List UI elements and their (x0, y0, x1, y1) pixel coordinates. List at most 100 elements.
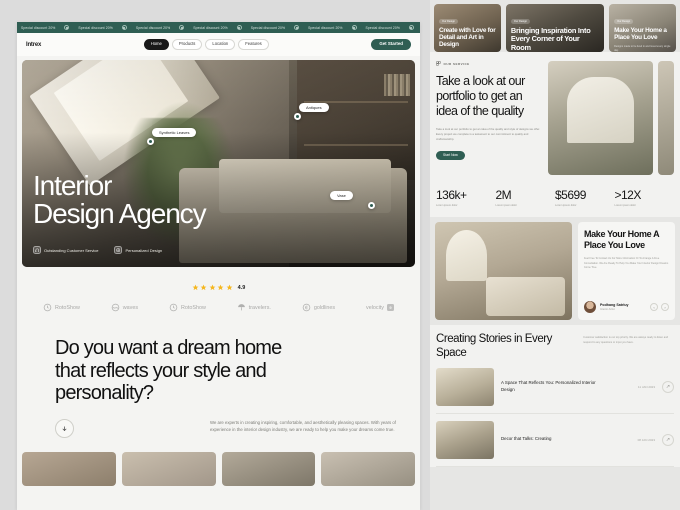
grid-icon (436, 61, 441, 66)
stat-label: Lorem ipsum dolor (555, 204, 577, 207)
star-rating (192, 284, 233, 291)
nav-item-location[interactable]: Location (205, 38, 236, 51)
stat-item: >12X Lorem ipsum dolor (615, 188, 675, 207)
brand-label: velocity (366, 304, 384, 311)
ticker-item: Special discount 20% (21, 25, 56, 30)
hero-tag-vase[interactable]: Vase (330, 191, 353, 201)
question-footer: We are experts in creating inspiring, co… (17, 418, 420, 438)
website-preview-right: Our Design Create with Love for Detail a… (430, 0, 680, 510)
testimonial-footer: Podhang Satrluy Interior Artist ‹ › (584, 301, 669, 313)
nav-pill-group: Home Products Location Features (143, 38, 269, 51)
portfolio-start-button[interactable]: Start Now (436, 150, 465, 160)
card-title: Make Your Home a Place You Love (614, 27, 667, 42)
brand-travelers: travelers. (237, 303, 271, 312)
strip-image (22, 451, 116, 486)
carousel-next-button[interactable]: › (661, 303, 669, 311)
hero-badge-group: Outstanding Customer Service Personalize… (33, 246, 162, 254)
ticker-item: Special discount 20% (308, 25, 343, 30)
hero-badge-service: Outstanding Customer Service (33, 246, 98, 254)
site-logo[interactable]: Intrex (26, 42, 41, 48)
question-paragraph: We are experts in creating inspiring, co… (210, 419, 396, 433)
ticker-separator-icon (236, 25, 242, 30)
hero-tag-antiques[interactable]: Antiques (299, 103, 329, 113)
story-date: 11 JAN 2023 (637, 384, 655, 389)
bottom-image-strip (17, 438, 420, 486)
design-card-bringing-inspiration[interactable]: Our Design Bringing Inspiration Into Eve… (505, 4, 605, 52)
palette-icon (114, 246, 123, 254)
testimonial-card: Make Your Home A Place You Love Feel Fre… (578, 222, 675, 320)
ticker-separator-icon (408, 25, 414, 30)
brand-rotoshow-2: RotoShow (169, 303, 206, 312)
get-started-button[interactable]: Get Started (371, 38, 411, 51)
question-heading: Do you want a dream home that reflects y… (55, 337, 282, 405)
ticker-separator-icon (294, 25, 300, 30)
design-card-make-your-home[interactable]: Our Design Make Your Home a Place You Lo… (609, 4, 677, 52)
stories-title: Creating Stories in Every Space (436, 333, 552, 359)
stat-value: 2M (495, 188, 512, 202)
portfolio-text-column: OUR SERVICE Take a look at our portfolio… (436, 61, 542, 175)
stat-label: Lorem ipsum dolor (436, 204, 458, 207)
hero-title-line-2: Design Agency (33, 198, 207, 230)
card-chip: Our Design (614, 18, 634, 25)
square-mark-icon: 9 (387, 304, 394, 311)
clock-icon (169, 303, 178, 312)
rating-value: 4.9 (237, 284, 246, 291)
brand-label: waves (122, 304, 139, 311)
star-icon (200, 284, 207, 291)
author-role: Interior Artist (600, 308, 615, 311)
story-date: 08 JAN 2023 (637, 437, 655, 442)
brand-goldlines: goldlines (302, 303, 335, 312)
hero-tag-synthetic-leaves[interactable]: Synthetic Leaves (152, 128, 197, 138)
hero-badge-label: Outstanding Customer Service (44, 247, 99, 253)
nav-item-products[interactable]: Products (171, 38, 203, 51)
nav-item-features[interactable]: Features (238, 38, 269, 51)
nav-item-home[interactable]: Home (143, 38, 169, 51)
story-item[interactable]: A Space That Reflects You: Personalized … (436, 361, 674, 414)
story-open-button[interactable]: ↗ (662, 433, 674, 446)
hero-tag-pin-icon[interactable] (368, 202, 375, 209)
hero-badge-design: Personalized Design (114, 246, 162, 254)
card-title: Create with Love for Detail and Art in D… (439, 27, 496, 49)
testimonial-paragraph: Feel Free To Contact Us For More Informa… (584, 257, 669, 270)
bars-circle-icon (302, 303, 311, 312)
clock-icon (43, 303, 52, 312)
star-icon (209, 284, 216, 291)
portfolio-image-side (658, 61, 674, 175)
ticker-item: Special discount 20% (135, 25, 171, 30)
ticker-separator-icon (121, 25, 127, 30)
design-card-create-with-love[interactable]: Our Design Create with Love for Detail a… (434, 4, 501, 52)
author-name: Podhang Satrluy (600, 303, 629, 307)
headset-icon (33, 246, 41, 254)
stat-item: 2M Lorem ipsum dolor (496, 188, 556, 207)
ticker-separator-icon (179, 25, 185, 30)
website-preview-left: Special discount 20% Special discount 20… (17, 22, 420, 510)
stat-label: Lorem ipsum dolor (495, 204, 517, 207)
portfolio-images (548, 61, 674, 175)
story-item[interactable]: Decor that Talks: Creating 08 JAN 2023 ↗ (436, 414, 674, 467)
rating-row: 4.9 (17, 284, 420, 291)
carousel-prev-button[interactable]: ‹ (650, 303, 658, 311)
brand-label: goldlines (313, 304, 336, 311)
brand-logo-row: RotoShow waves RotoShow travelers. goldl… (17, 291, 420, 312)
story-title: Decor that Talks: Creating (501, 436, 552, 442)
card-chip: Our Design (439, 18, 459, 25)
brand-waves: waves (111, 303, 138, 312)
testimonial-section: Make Your Home A Place You Love Feel Fre… (430, 217, 680, 325)
card-chip: Our Design (510, 18, 531, 25)
hero-tag-pin-icon[interactable] (294, 113, 301, 120)
ticker-item: Special discount 20% (193, 25, 228, 30)
stat-value: >12X (614, 188, 642, 202)
brand-label: travelers. (248, 304, 271, 311)
brand-label: RotoShow (55, 304, 80, 311)
ticker-separator-icon (64, 25, 70, 30)
story-open-button[interactable]: ↗ (662, 380, 674, 393)
portfolio-eyebrow: OUR SERVICE (436, 61, 542, 66)
screenshot-stage: Special discount 20% Special discount 20… (0, 0, 680, 510)
scroll-down-button[interactable] (55, 418, 74, 438)
testimonial-author: Podhang Satrluy Interior Artist (600, 303, 629, 311)
carousel-controls: ‹ › (650, 303, 669, 311)
hero-tag-pin-icon[interactable] (147, 138, 154, 145)
hero-title-line-1: Interior (33, 169, 112, 201)
stories-section: Creating Stories in Every Space Customer… (430, 325, 680, 467)
star-icon (192, 284, 199, 291)
